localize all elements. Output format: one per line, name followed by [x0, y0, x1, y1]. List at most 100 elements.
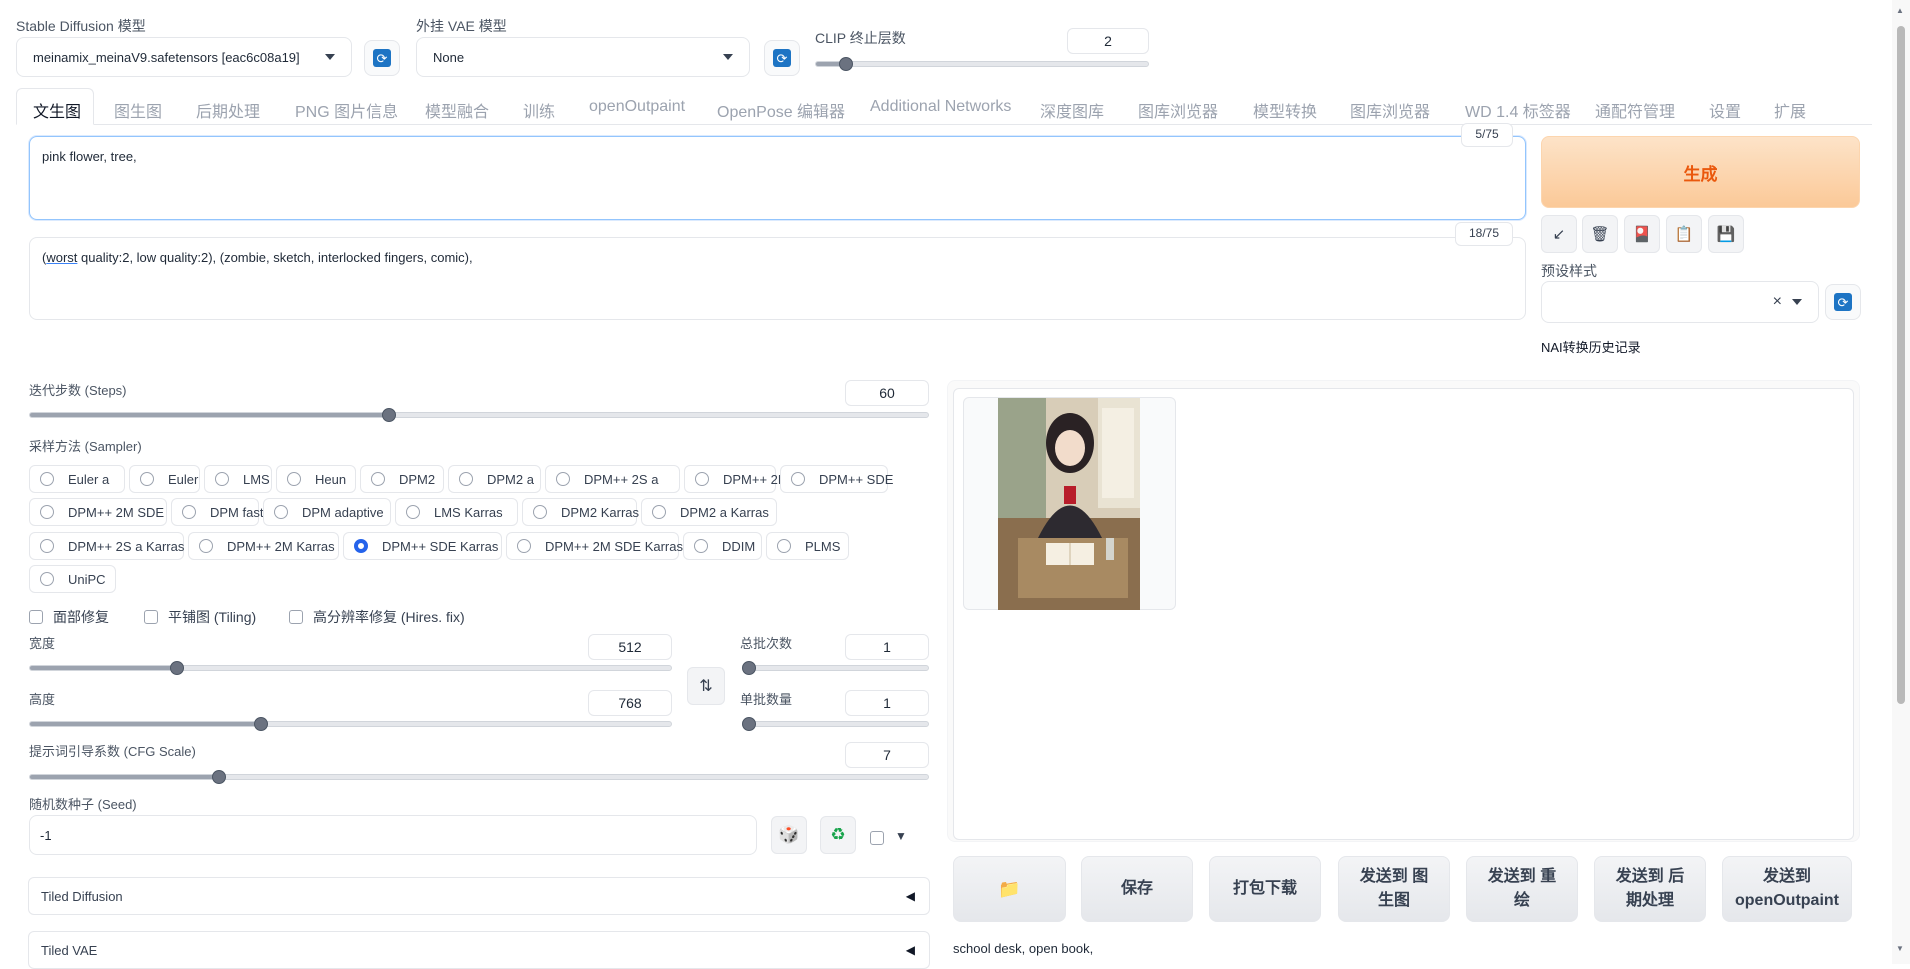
clip-slider[interactable]	[815, 57, 1149, 71]
checkbox-box[interactable]	[144, 610, 158, 624]
read-params-button[interactable]: ↙	[1541, 215, 1577, 253]
batch-size-number-input[interactable]: 1	[845, 690, 929, 716]
extra-seed-checkbox[interactable]	[870, 831, 884, 845]
prompt-textarea[interactable]: pink flower, tree,	[29, 136, 1526, 220]
radio-button[interactable]	[652, 505, 666, 519]
tab-settings[interactable]: 设置	[1709, 98, 1741, 122]
radio-button[interactable]	[274, 505, 288, 519]
refresh-styles-button[interactable]: ⟳	[1825, 284, 1861, 320]
zip-download-button[interactable]: 打包下载	[1209, 856, 1321, 922]
vae-select[interactable]: None	[416, 37, 750, 77]
tab-additional-networks[interactable]: Additional Networks	[870, 98, 1011, 116]
cfg-slider[interactable]	[29, 770, 929, 784]
generate-button[interactable]: 生成	[1541, 136, 1860, 208]
refresh-vae-button[interactable]: ⟳	[764, 40, 800, 76]
radio-button[interactable]	[140, 472, 154, 486]
tab-image-browser-2[interactable]: 图库浏览器	[1350, 98, 1430, 122]
slider-thumb[interactable]	[170, 661, 185, 675]
sampler-option[interactable]: LMS	[204, 465, 272, 493]
gallery-thumbnail[interactable]	[963, 397, 1176, 610]
radio-button[interactable]	[371, 472, 385, 486]
slider-thumb[interactable]	[382, 408, 397, 422]
radio-button[interactable]	[556, 472, 570, 486]
sampler-option[interactable]: Euler a	[29, 465, 125, 493]
height-slider[interactable]	[29, 717, 672, 731]
tiled-diffusion-accordion[interactable]: Tiled Diffusion ◀	[28, 877, 930, 915]
sampler-option[interactable]: DPM2 Karras	[522, 498, 639, 526]
tab-img2img[interactable]: 图生图	[114, 98, 162, 122]
nai-history-link[interactable]: NAI转换历史记录	[1541, 337, 1641, 356]
sampler-option[interactable]: PLMS	[766, 532, 849, 560]
sampler-option[interactable]: Euler	[129, 465, 200, 493]
radio-button[interactable]	[406, 505, 420, 519]
clear-prompt-button[interactable]: 🗑	[1582, 215, 1618, 253]
tab-png-info[interactable]: PNG 图片信息	[295, 98, 398, 122]
radio-button[interactable]	[791, 472, 805, 486]
radio-button[interactable]	[40, 472, 54, 486]
radio-button[interactable]	[695, 472, 709, 486]
sampler-option[interactable]: DPM2 a Karras	[641, 498, 777, 526]
tiled-vae-accordion[interactable]: Tiled VAE ◀	[28, 931, 930, 969]
sampler-option[interactable]: LMS Karras	[395, 498, 518, 526]
radio-button[interactable]	[182, 505, 196, 519]
slider-thumb[interactable]	[211, 770, 226, 784]
width-number-input[interactable]: 512	[588, 634, 672, 660]
seed-input[interactable]: -1	[29, 815, 757, 855]
tab-model-convert[interactable]: 模型转换	[1253, 98, 1317, 122]
sampler-option[interactable]: DPM++ 2M	[684, 465, 789, 493]
scroll-up-arrow-icon[interactable]: ▲	[1896, 6, 1904, 15]
swap-dimensions-button[interactable]: ⇅	[687, 667, 725, 705]
refresh-model-button[interactable]: ⟳	[364, 40, 400, 76]
hires-fix-checkbox[interactable]: 高分辨率修复 (Hires. fix)	[289, 607, 465, 627]
radio-button[interactable]	[40, 505, 54, 519]
sampler-option[interactable]: DPM++ 2M SDE Karras	[506, 532, 683, 560]
extra-networks-button[interactable]: 🎴	[1624, 215, 1660, 253]
tab-image-browser[interactable]: 图库浏览器	[1138, 98, 1218, 122]
tab-wildcards[interactable]: 通配符管理	[1595, 98, 1675, 122]
tab-train[interactable]: 训练	[523, 98, 555, 122]
negative-prompt-textarea[interactable]: (worst quality:2, low quality:2), (zombi…	[29, 237, 1526, 320]
clip-number-input[interactable]: 2	[1067, 28, 1149, 54]
radio-button[interactable]	[777, 539, 791, 553]
sampler-option[interactable]: DPM fast	[171, 498, 263, 526]
tab-wd-tagger[interactable]: WD 1.4 标签器	[1465, 98, 1571, 122]
radio-button[interactable]	[199, 539, 213, 553]
send-to-img2img-button[interactable]: 发送到 图生图	[1338, 856, 1450, 922]
slider-thumb[interactable]	[838, 57, 853, 71]
radio-selected[interactable]	[354, 539, 368, 553]
scroll-down-arrow-icon[interactable]: ▼	[1896, 944, 1904, 953]
cfg-number-input[interactable]: 7	[845, 742, 929, 768]
sampler-option[interactable]: DPM++ 2S a Karras	[29, 532, 184, 560]
model-select[interactable]: meinamix_meinaV9.safetensors [eac6c08a19…	[16, 37, 352, 77]
sampler-option[interactable]: DPM2 a	[448, 465, 541, 493]
reuse-seed-button[interactable]: ♻	[820, 816, 856, 854]
scrollbar-thumb[interactable]	[1897, 26, 1905, 704]
sampler-option[interactable]: DPM2	[360, 465, 444, 493]
steps-number-input[interactable]: 60	[845, 380, 929, 406]
batch-count-slider[interactable]	[742, 661, 929, 675]
radio-button[interactable]	[533, 505, 547, 519]
radio-button[interactable]	[287, 472, 301, 486]
radio-button[interactable]	[40, 539, 54, 553]
tab-txt2img[interactable]: 文生图	[33, 98, 81, 122]
tab-extras[interactable]: 后期处理	[196, 98, 260, 122]
send-to-openoutpaint-button[interactable]: 发送到 openOutpaint	[1722, 856, 1852, 922]
open-folder-button[interactable]: 📁	[953, 856, 1066, 922]
radio-button[interactable]	[215, 472, 229, 486]
tiling-checkbox[interactable]: 平铺图 (Tiling)	[144, 607, 256, 627]
slider-thumb[interactable]	[742, 661, 756, 675]
send-to-extras-button[interactable]: 发送到 后期处理	[1594, 856, 1706, 922]
batch-count-number-input[interactable]: 1	[845, 634, 929, 660]
tab-extensions[interactable]: 扩展	[1774, 98, 1806, 122]
sampler-option[interactable]: DPM++ 2M Karras	[188, 532, 339, 560]
sampler-option[interactable]: DPM++ 2M SDE	[29, 498, 167, 526]
width-slider[interactable]	[29, 661, 672, 675]
checkbox-box[interactable]	[29, 610, 43, 624]
sampler-option[interactable]: DPM++ 2S a	[545, 465, 680, 493]
radio-button[interactable]	[459, 472, 473, 486]
sampler-option[interactable]: DPM adaptive	[263, 498, 391, 526]
radio-button[interactable]	[517, 539, 531, 553]
radio-button[interactable]	[40, 572, 54, 586]
checkbox-box[interactable]	[289, 610, 303, 624]
save-button[interactable]: 保存	[1081, 856, 1193, 922]
